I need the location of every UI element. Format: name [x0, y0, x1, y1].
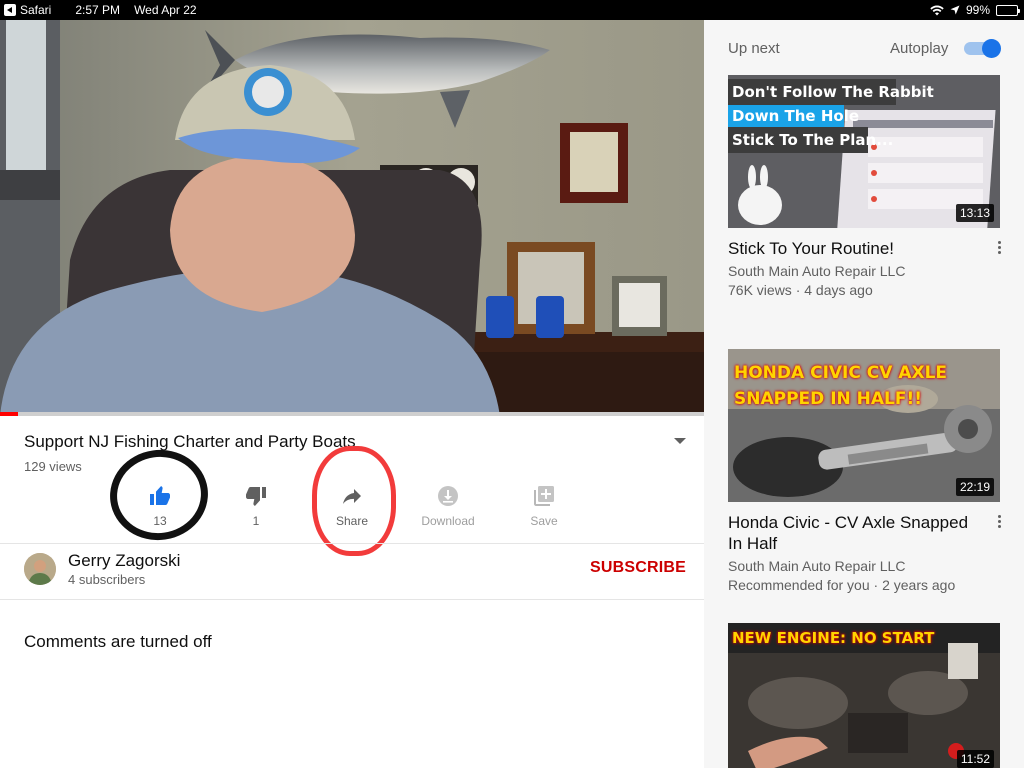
divider-bottom: [0, 599, 704, 600]
status-time: 2:57 PM: [75, 3, 121, 17]
video-card-channel: South Main Auto Repair LLC: [728, 558, 906, 574]
video-card-title: Honda Civic - CV Axle Snapped In Half: [728, 513, 969, 553]
video-duration: 22:19: [955, 478, 994, 496]
channel-name[interactable]: Gerry Zagorski: [68, 551, 180, 571]
up-next-video-card[interactable]: NEW ENGINE: NO START 11:52: [728, 623, 1000, 768]
video-thumbnail[interactable]: Don't Follow The Rabbit Down The Hole St…: [728, 75, 1000, 228]
share-arrow-icon: [343, 489, 361, 504]
thumbs-down-icon: [246, 487, 266, 506]
video-player[interactable]: [0, 20, 704, 416]
dislike-count: 1: [252, 514, 260, 528]
thumbnail-text: HONDA CIVIC CV AXLE: [734, 363, 948, 383]
back-to-app-icon[interactable]: [4, 4, 16, 16]
thumbnail-text: Stick To The Plan...: [732, 131, 894, 149]
dislike-button[interactable]: 1: [208, 484, 304, 534]
video-progress-bar[interactable]: [0, 412, 704, 416]
add-to-playlist-icon: [534, 486, 554, 506]
share-button[interactable]: Share: [304, 484, 400, 534]
video-title-row[interactable]: Support NJ Fishing Charter and Party Boa…: [24, 432, 690, 456]
save-label: Save: [530, 514, 558, 528]
like-count: 13: [153, 514, 167, 528]
save-button[interactable]: Save: [496, 484, 592, 534]
avatar-image: [24, 553, 56, 585]
like-button[interactable]: 13: [112, 484, 208, 534]
video-thumbnail[interactable]: HONDA CIVIC CV AXLE SNAPPED IN HALF!! 22…: [728, 349, 1000, 502]
back-app-label[interactable]: Safari: [20, 3, 51, 17]
status-bar-left: Safari 2:57 PM Wed Apr 22: [4, 3, 197, 17]
video-card-title: Stick To Your Routine!: [728, 239, 895, 258]
share-label: Share: [335, 514, 369, 528]
view-count: 129 views: [24, 459, 82, 474]
download-label: Download: [421, 514, 475, 528]
video-title: Support NJ Fishing Charter and Party Boa…: [24, 432, 356, 451]
download-button[interactable]: Download: [400, 484, 496, 534]
autoplay-label: Autoplay: [890, 40, 949, 57]
battery-percent: 99%: [965, 3, 990, 17]
thumbnail-text: NEW ENGINE: NO START: [732, 629, 935, 647]
chevron-down-icon[interactable]: [674, 438, 686, 444]
video-progress-fill: [0, 412, 18, 416]
divider-top: [0, 543, 704, 544]
autoplay-toggle[interactable]: [964, 39, 1002, 58]
up-next-video-card[interactable]: HONDA CIVIC CV AXLE SNAPPED IN HALF!! 22…: [728, 349, 1002, 595]
video-duration: 13:13: [955, 204, 994, 222]
video-card-channel: South Main Auto Repair LLC: [728, 263, 906, 279]
up-next-heading: Up next: [728, 40, 780, 57]
channel-avatar[interactable]: [24, 553, 56, 585]
status-bar: Safari 2:57 PM Wed Apr 22 99%: [0, 0, 1024, 20]
up-next-video-card[interactable]: Don't Follow The Rabbit Down The Hole St…: [728, 75, 1002, 300]
more-options-icon[interactable]: [998, 241, 1002, 254]
thumbnail-text: Down The Hole: [732, 107, 859, 125]
thumbnail-text: Don't Follow The Rabbit: [732, 83, 934, 101]
thumbnail-text: SNAPPED IN HALF!!: [734, 389, 922, 409]
video-card-meta: Recommended for you · 2 years ago: [728, 577, 956, 593]
video-frame: [0, 20, 704, 416]
subscribe-button[interactable]: SUBSCRIBE: [590, 559, 686, 577]
wifi-icon: [930, 5, 944, 15]
download-icon: [438, 486, 458, 506]
status-date: Wed Apr 22: [134, 3, 197, 17]
video-actions: 13 1 Share Download Save: [112, 484, 592, 534]
video-thumbnail[interactable]: NEW ENGINE: NO START 11:52: [728, 623, 1000, 768]
channel-row: Gerry Zagorski 4 subscribers SUBSCRIBE: [24, 549, 690, 589]
subscriber-count: 4 subscribers: [68, 572, 146, 587]
video-duration: 11:52: [956, 750, 994, 768]
location-arrow-icon: [950, 5, 960, 15]
up-next-sidebar: Up next Autoplay Don't Follow The Rabbit…: [704, 20, 1024, 768]
comments-status: Comments are turned off: [24, 632, 212, 651]
thumbs-up-icon: [150, 486, 170, 505]
battery-icon: [996, 4, 1020, 16]
video-card-meta: 76K views · 4 days ago: [728, 282, 873, 298]
status-bar-right: 99%: [930, 3, 1020, 17]
more-options-icon[interactable]: [998, 515, 1002, 528]
